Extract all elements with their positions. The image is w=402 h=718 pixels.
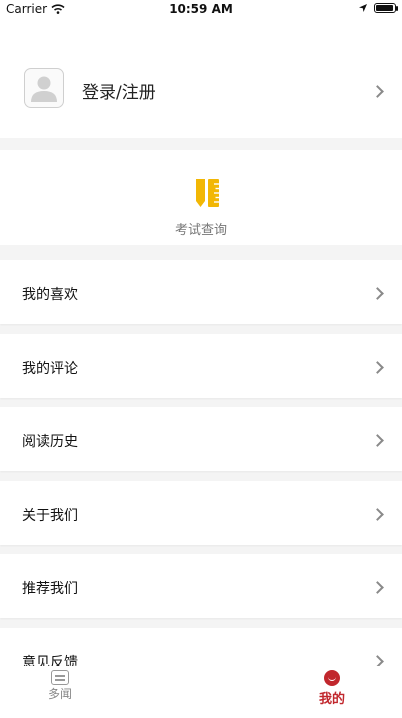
smile-icon (324, 670, 340, 686)
login-register-label: 登录/注册 (82, 83, 156, 103)
chevron-right-icon (371, 360, 384, 374)
chevron-right-icon (371, 507, 384, 521)
menu-item-label: 关于我们 (22, 507, 78, 524)
avatar-placeholder-icon (24, 68, 64, 108)
tab-news[interactable]: 多闻 (45, 670, 75, 701)
battery-icon (374, 3, 398, 13)
exam-query-button[interactable]: 考试查询 (0, 150, 402, 245)
menu-list: 我的喜欢 我的评论 阅读历史 关于我们 推荐我们 意见反馈 (0, 260, 402, 701)
chevron-right-icon (371, 581, 384, 594)
menu-item-about-us[interactable]: 关于我们 (0, 480, 402, 545)
status-right (358, 3, 398, 13)
menu-item-favorites[interactable]: 我的喜欢 (0, 260, 402, 324)
tab-bar: 多闻 我的 (0, 666, 402, 718)
menu-item-comments[interactable]: 我的评论 (0, 333, 402, 398)
tab-mine-label: 我的 (318, 692, 345, 707)
status-time: 10:59 AM (169, 2, 233, 16)
status-bar: Carrier 10:59 AM (0, 0, 402, 20)
exam-query-label: 考试查询 (174, 223, 227, 238)
chevron-right-icon (371, 85, 384, 98)
news-icon (51, 670, 69, 685)
chevron-right-icon (371, 287, 384, 300)
tab-news-label: 多闻 (47, 687, 72, 701)
profile-login-row[interactable]: 登录/注册 (0, 20, 402, 138)
location-arrow-icon (359, 4, 367, 12)
chevron-right-icon (371, 434, 384, 447)
ruler-pencil-icon (196, 179, 219, 207)
menu-item-recommend-us[interactable]: 推荐我们 (0, 554, 402, 618)
menu-item-label: 推荐我们 (22, 581, 78, 597)
menu-item-label: 我的喜欢 (22, 287, 78, 303)
menu-item-label: 我的评论 (22, 360, 78, 377)
menu-item-label: 阅读历史 (22, 434, 78, 450)
tab-mine[interactable]: 我的 (312, 670, 352, 707)
menu-item-reading-history[interactable]: 阅读历史 (0, 407, 402, 471)
